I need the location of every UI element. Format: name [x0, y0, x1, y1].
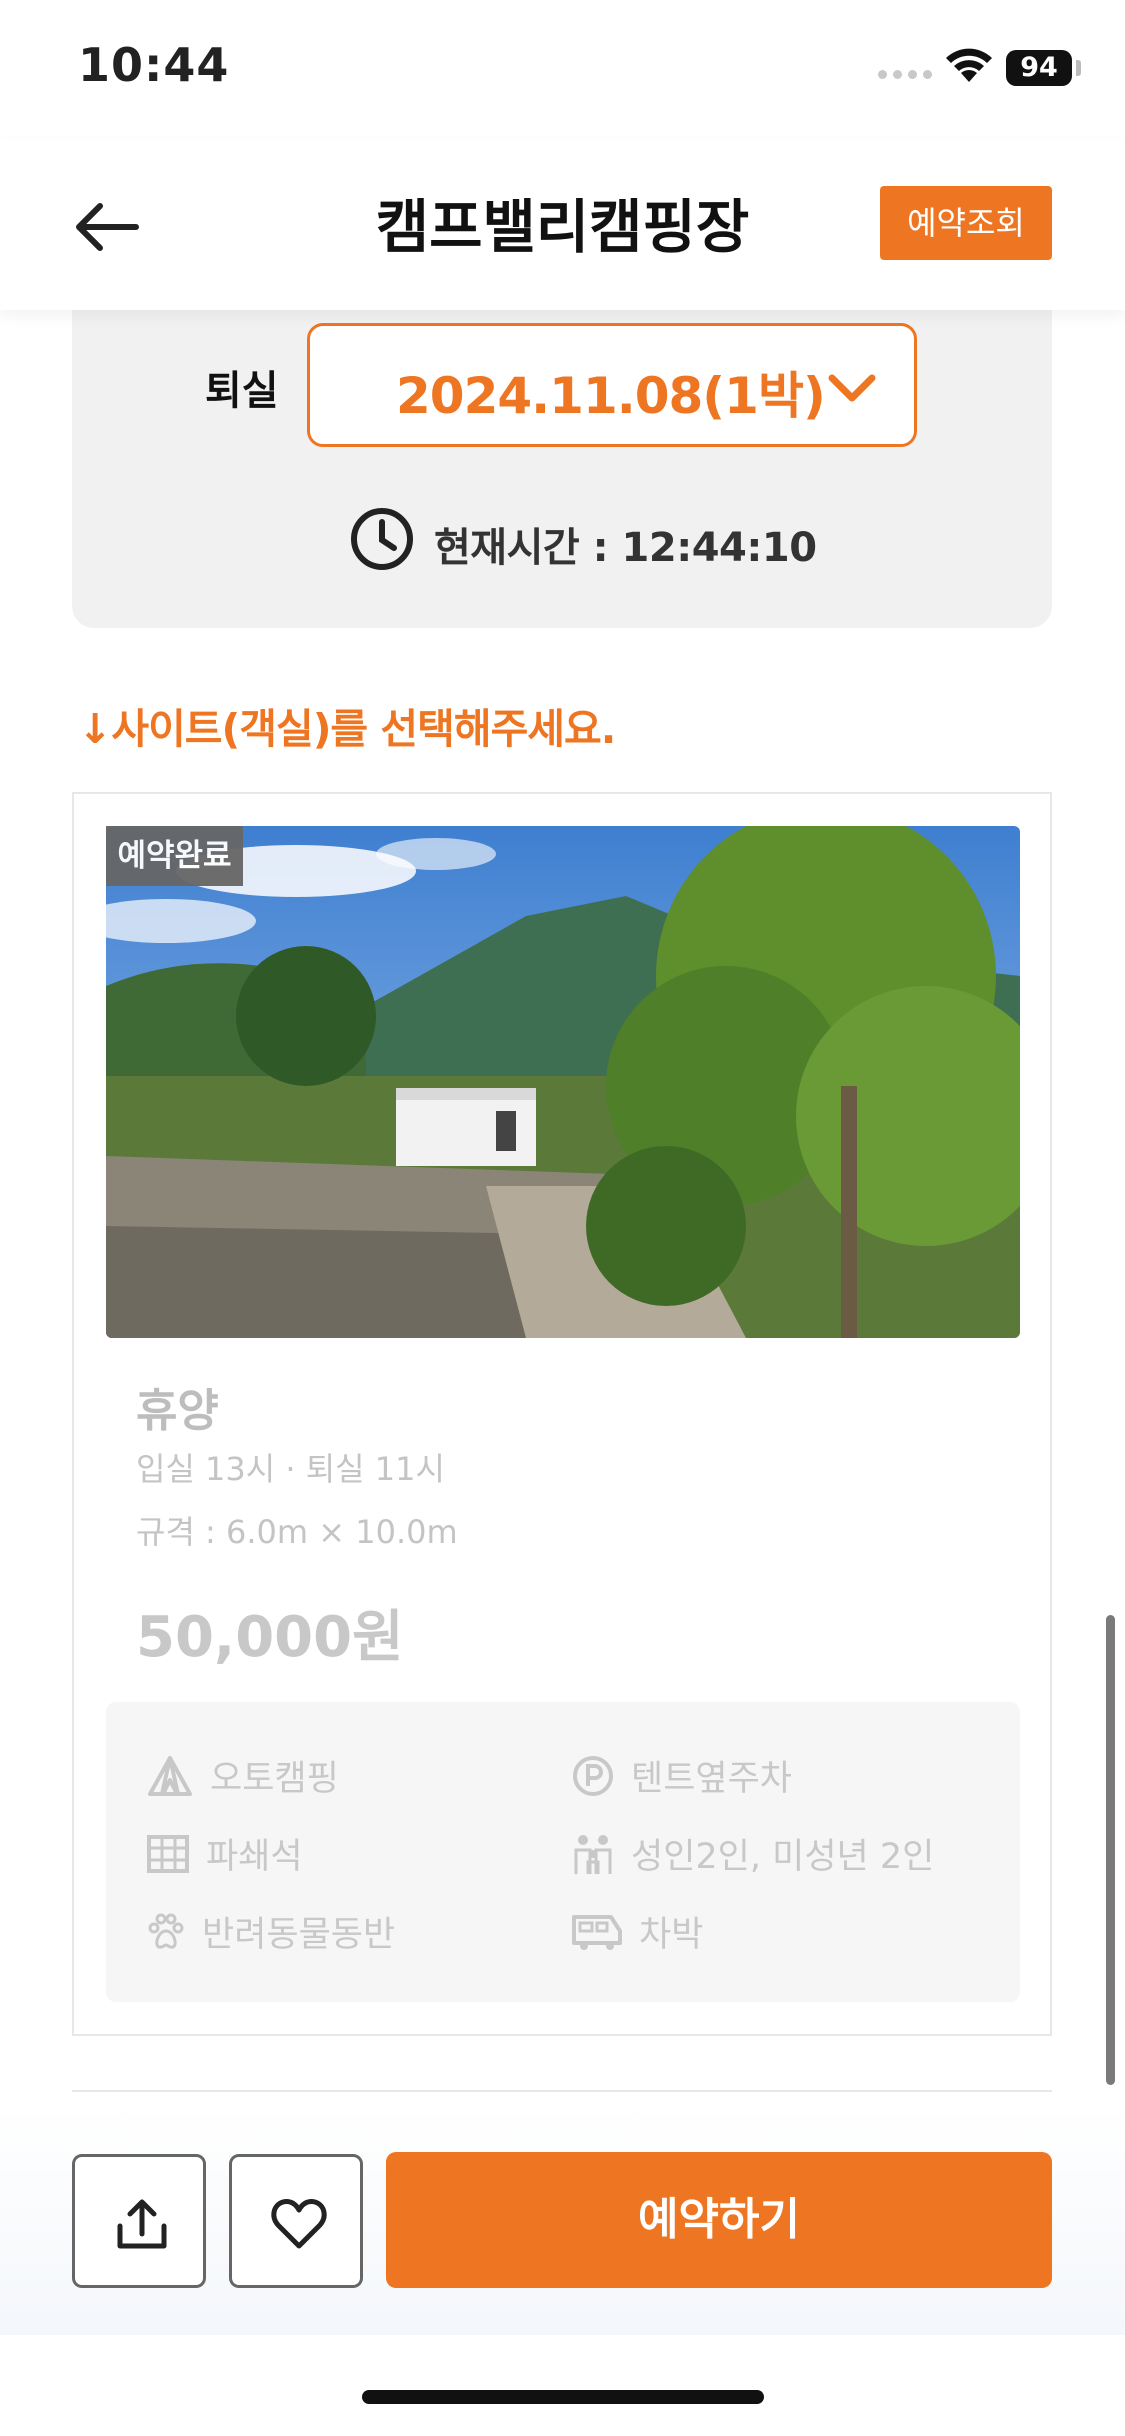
site-price: 50,000원	[136, 1605, 404, 1670]
amenity-camping: 오토캠핑	[146, 1750, 339, 1801]
current-time: 현재시간 : 12:44:10	[434, 525, 817, 571]
people-icon	[574, 1834, 612, 1874]
amenity-label: 파쇄석	[206, 1837, 303, 1877]
amenity-carcamp: 차박	[571, 1906, 703, 1957]
status-bar: 10:44 94	[0, 0, 1125, 140]
amenity-label: 텐트옆주차	[631, 1759, 793, 1799]
wifi-icon	[946, 48, 992, 82]
paw-icon	[148, 1913, 184, 1949]
amenity-box: 오토캠핑 텐트옆주차 파쇄석 성인2인, 미성년 2인 반려동물동반 차박	[106, 1702, 1020, 2002]
site-size: 규격 : 6.0m × 10.0m	[136, 1513, 458, 1551]
reserve-button[interactable]: 예약하기	[386, 2152, 1052, 2288]
chevron-down-icon	[828, 374, 876, 402]
amenity-ground: 파쇄석	[146, 1828, 303, 1879]
amenity-label: 차박	[639, 1915, 704, 1955]
status-time: 10:44	[78, 38, 230, 92]
battery-indicator: 94	[1006, 50, 1072, 86]
heart-icon	[271, 2199, 327, 2249]
home-indicator[interactable]	[362, 2390, 764, 2404]
site-card[interactable]: 예약완료 휴양 입실 13시 · 퇴실 11시 규격 : 6.0m × 10.0…	[72, 792, 1052, 2036]
amenity-people: 성인2인, 미성년 2인	[571, 1828, 934, 1879]
site-name: 휴양	[136, 1384, 219, 1437]
checkout-date-value: 2024.11.08(1박)	[396, 367, 826, 425]
amenity-pets: 반려동물동반	[146, 1906, 395, 1957]
app-header: 캠프밸리캠핑장 예약조회	[0, 140, 1125, 310]
clock-icon	[351, 508, 413, 570]
site-select-prompt: ↓사이트(객실)를 선택해주세요.	[78, 705, 616, 753]
site-checkin-times: 입실 13시 · 퇴실 11시	[136, 1450, 445, 1488]
parking-icon	[573, 1755, 613, 1796]
like-button[interactable]	[229, 2154, 363, 2288]
checkout-date-select[interactable]: 2024.11.08(1박)	[307, 323, 917, 447]
share-icon	[117, 2199, 167, 2249]
amenity-label: 오토캠핑	[210, 1759, 339, 1799]
cellular-signal-icon	[878, 70, 932, 79]
share-button[interactable]	[72, 2154, 206, 2288]
scrollbar[interactable]	[1106, 1615, 1115, 2085]
tent-icon	[148, 1755, 192, 1796]
battery-tip	[1076, 60, 1081, 76]
amenity-parking: 텐트옆주차	[571, 1750, 792, 1801]
grid-icon	[147, 1834, 189, 1873]
amenity-label: 성인2인, 미성년 2인	[631, 1837, 935, 1877]
site-photo	[106, 826, 1020, 1338]
camper-van-icon	[572, 1914, 622, 1950]
amenity-label: 반려동물동반	[202, 1915, 396, 1955]
checkout-label: 퇴실	[205, 368, 279, 414]
reservation-lookup-button[interactable]: 예약조회	[880, 186, 1052, 260]
status-badge: 예약완료	[106, 826, 243, 886]
